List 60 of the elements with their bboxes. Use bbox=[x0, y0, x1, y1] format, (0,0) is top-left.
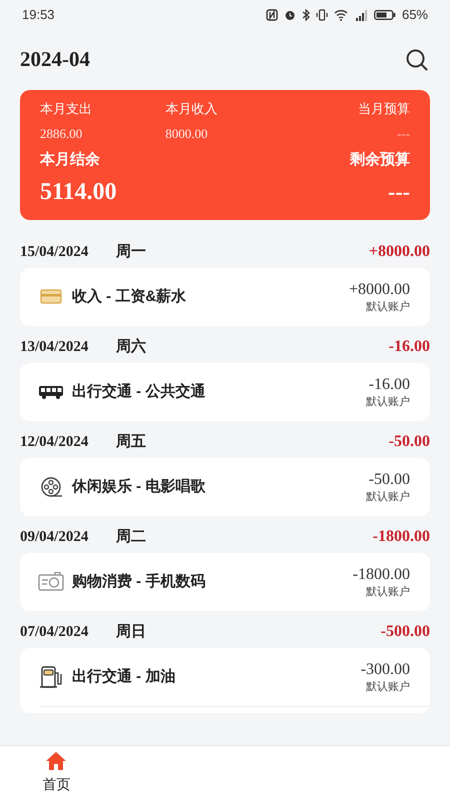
account-name: 默认账户 bbox=[366, 300, 410, 314]
expense-label: 本月支出 bbox=[40, 100, 93, 118]
bluetooth-icon bbox=[302, 9, 310, 21]
nav-tab[interactable]: 首页 bbox=[0, 746, 112, 800]
group-date: 15/04/2024 bbox=[20, 242, 90, 262]
group-date: 09/04/2024 bbox=[20, 528, 90, 547]
income-amount: 8000.00 bbox=[164, 124, 209, 142]
alarm-icon bbox=[284, 9, 296, 21]
month-title: 2024-04 bbox=[20, 46, 90, 74]
search-icon bbox=[405, 48, 429, 72]
group-total: -50.00 bbox=[388, 432, 430, 452]
transaction-row[interactable]: 出行交通 - 公共交通 -16.00 默认账户 bbox=[20, 363, 430, 421]
transaction-amount: -1800.00 bbox=[352, 564, 410, 584]
group-date: 07/04/2024 bbox=[20, 622, 90, 642]
transaction-amount: -300.00 bbox=[360, 660, 410, 678]
transaction-title: 出行交通 - 公共交通 bbox=[72, 382, 206, 402]
group-total: -500.00 bbox=[380, 622, 430, 642]
group-total: +8000.00 bbox=[368, 242, 430, 262]
vibrate-icon bbox=[316, 9, 328, 21]
budget-amount: --- bbox=[396, 124, 410, 142]
battery-level: 65% bbox=[402, 6, 428, 24]
transaction-title: 购物消费 - 手机数码 bbox=[72, 572, 206, 592]
group-weekday: 周一 bbox=[116, 242, 146, 262]
account-name: 默认账户 bbox=[366, 680, 410, 694]
transaction-row[interactable]: 收入 - 工资&薪水 +8000.00 默认账户 bbox=[20, 268, 430, 326]
account-name: 默认账户 bbox=[366, 584, 410, 600]
group-weekday: 周六 bbox=[116, 336, 146, 357]
fuel-pump-icon bbox=[38, 664, 64, 690]
transaction-row[interactable]: 购物消费 - 手机数码 -1800.00 默认账户 bbox=[20, 553, 430, 611]
transaction-amount: +8000.00 bbox=[348, 280, 410, 298]
balance-amount: 5114.00 bbox=[40, 178, 117, 206]
group-total: -16.00 bbox=[388, 337, 430, 357]
transaction-row[interactable]: 出行交通 - 加油 -300.00 默认账户 bbox=[20, 648, 430, 706]
expense-amount: 2886.00 bbox=[40, 124, 84, 142]
group-total: -1800.00 bbox=[372, 527, 430, 547]
transaction-amount: -50.00 bbox=[368, 470, 410, 488]
group-weekday: 周日 bbox=[116, 622, 146, 642]
transaction-amount: -16.00 bbox=[368, 374, 410, 394]
transaction-title: 收入 - 工资&薪水 bbox=[72, 286, 186, 307]
wifi-icon bbox=[334, 9, 348, 21]
nfc-icon bbox=[266, 9, 278, 21]
balance-label: 本月结余 bbox=[40, 150, 100, 170]
transaction-title: 出行交通 - 加油 bbox=[72, 666, 176, 687]
group-weekday: 周五 bbox=[116, 432, 146, 452]
group-date: 13/04/2024 bbox=[20, 338, 90, 357]
signal-icon bbox=[354, 9, 368, 21]
search-button[interactable] bbox=[404, 47, 430, 73]
income-label: 本月收入 bbox=[164, 100, 218, 118]
status-time: 19:53 bbox=[22, 6, 55, 24]
group-weekday: 周二 bbox=[116, 526, 146, 547]
remaining-label: 剩余预算 bbox=[350, 150, 410, 170]
battery-icon bbox=[374, 9, 396, 21]
home-icon bbox=[45, 751, 68, 771]
account-name: 默认账户 bbox=[366, 394, 410, 410]
budget-label: 当月预算 bbox=[357, 100, 410, 118]
group-date: 12/04/2024 bbox=[20, 432, 90, 452]
account-name: 默认账户 bbox=[366, 490, 410, 504]
transaction-title: 休闲娱乐 - 电影唱歌 bbox=[72, 476, 206, 497]
transaction-row[interactable]: 休闲娱乐 - 电影唱歌 -50.00 默认账户 bbox=[20, 458, 430, 516]
remaining-budget: --- bbox=[388, 178, 410, 206]
